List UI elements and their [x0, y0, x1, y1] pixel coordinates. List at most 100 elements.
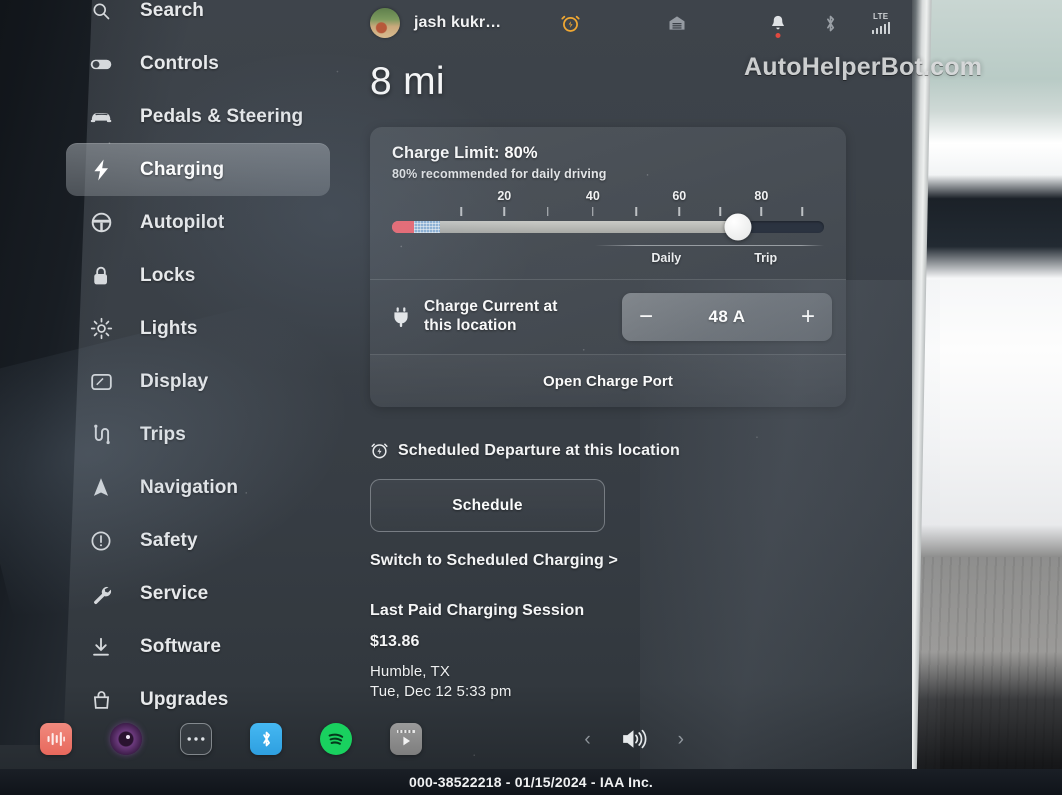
sidebar-item-search[interactable]: Search: [66, 0, 366, 37]
notification-bell-icon[interactable]: [769, 13, 787, 38]
sidebar-item-navigation[interactable]: Navigation: [66, 461, 366, 514]
notification-badge: [775, 33, 780, 38]
charge-current-label-line2: this location: [424, 317, 517, 334]
volume-icon[interactable]: [621, 728, 648, 750]
charging-panel: 8 mi Charge Limit: 80% 80% recommended f…: [370, 62, 860, 703]
sidebar-item-label: Search: [140, 0, 204, 21]
sidebar-item-label: Lights: [140, 317, 198, 339]
sidebar-item-label: Display: [140, 370, 209, 392]
more-apps-icon[interactable]: [180, 723, 212, 755]
dock-app-list: [40, 723, 422, 755]
sidebar-item-label: Safety: [140, 529, 198, 551]
last-session-heading: Last Paid Charging Session: [370, 602, 585, 619]
charge-current-row: Charge Current at this location − 48 A +: [370, 280, 846, 354]
garage-icon[interactable]: [667, 13, 687, 33]
next-track-button[interactable]: ›: [678, 730, 684, 749]
slider-thumb[interactable]: [724, 213, 752, 241]
increase-current-button[interactable]: +: [801, 305, 815, 329]
sidebar-item-label: Software: [140, 635, 222, 657]
sidebar-item-pedals-steering[interactable]: Pedals & Steering: [66, 90, 366, 143]
center-display-screen: jash kukr… LTE Search Controls Pedals & …: [0, 0, 940, 795]
tick-label-40: 40: [585, 189, 600, 203]
caption-bar: 000-38522218 - 01/15/2024 - IAA Inc.: [0, 769, 1062, 795]
charge-current-value: 48 A: [708, 307, 746, 326]
car-icon: [86, 107, 116, 127]
charge-current-stepper: − 48 A +: [622, 293, 832, 341]
tick-label-60: 60: [672, 189, 687, 203]
status-icon-group: LTE: [560, 12, 890, 38]
sidebar-item-safety[interactable]: Safety: [66, 514, 366, 567]
caption-text: 000-38522218 - 01/15/2024 - IAA Inc.: [408, 774, 654, 790]
sidebar-item-label: Charging: [140, 158, 225, 180]
charge-limit-slider[interactable]: 20 40 60 80 Daily Trip: [392, 189, 824, 269]
camera-app-icon[interactable]: [110, 723, 142, 755]
sun-brightness-icon: [86, 317, 116, 340]
last-session-location: Humble, TX: [370, 663, 450, 680]
open-charge-port-button[interactable]: Open Charge Port: [370, 355, 846, 407]
charge-limit-title: Charge Limit: 80%: [392, 144, 538, 162]
decrease-current-button[interactable]: −: [639, 305, 653, 329]
alarm-icon[interactable]: [560, 13, 581, 34]
tick-label-20: 20: [497, 189, 512, 203]
sidebar-item-label: Locks: [140, 264, 196, 286]
winding-road-icon: [86, 423, 116, 446]
slider-track[interactable]: [392, 213, 824, 241]
sidebar-item-software[interactable]: Software: [66, 620, 366, 673]
display-screen-icon: [86, 372, 116, 392]
last-session-details: Humble, TX Tue, Dec 12 5:33 pm: [370, 662, 860, 703]
search-icon: [86, 1, 116, 21]
sidebar-item-trips[interactable]: Trips: [66, 408, 366, 461]
avatar[interactable]: [370, 8, 400, 38]
audio-app-icon[interactable]: [40, 723, 72, 755]
sidebar-item-label: Pedals & Steering: [140, 105, 304, 127]
charge-limit-subtitle: 80% recommended for daily driving: [392, 167, 607, 181]
slider-mode-divider: [595, 245, 824, 246]
schedule-button-label: Schedule: [452, 496, 523, 514]
download-icon: [86, 636, 116, 658]
charge-plug-icon: [392, 306, 414, 328]
slider-cold-range-segment: [414, 221, 440, 233]
sidebar-item-service[interactable]: Service: [66, 567, 366, 620]
sidebar-item-charging[interactable]: Charging: [66, 143, 330, 196]
navigation-arrow-icon: [86, 476, 116, 499]
bluetooth-app-icon[interactable]: [250, 723, 282, 755]
sidebar-item-locks[interactable]: Locks: [66, 249, 366, 302]
sidebar-item-label: Controls: [140, 52, 219, 74]
previous-track-button[interactable]: ‹: [584, 730, 590, 749]
slider-fill: [392, 221, 738, 233]
sidebar-item-autopilot[interactable]: Autopilot: [66, 196, 366, 249]
profile-name[interactable]: jash kukr…: [414, 14, 501, 32]
steering-wheel-icon: [86, 211, 116, 234]
sidebar-item-controls[interactable]: Controls: [66, 37, 366, 90]
charge-current-label-line1: Charge Current at: [424, 298, 558, 316]
slider-ticks: [392, 207, 824, 216]
media-player-app-icon[interactable]: [390, 723, 422, 755]
sidebar-item-display[interactable]: Display: [66, 355, 366, 408]
sidebar-item-label: Upgrades: [140, 688, 229, 710]
switch-to-scheduled-charging-link[interactable]: Switch to Scheduled Charging >: [370, 552, 860, 570]
lock-icon: [86, 264, 116, 287]
lte-signal-icon: LTE: [871, 12, 890, 34]
sidebar-item-label: Navigation: [140, 476, 239, 498]
sidebar-item-label: Trips: [140, 423, 186, 445]
sidebar-item-lights[interactable]: Lights: [66, 302, 366, 355]
status-bar: jash kukr… LTE: [370, 0, 890, 46]
schedule-button[interactable]: Schedule: [370, 479, 605, 532]
signal-bars: [871, 21, 890, 34]
settings-sidebar: Search Controls Pedals & Steering Chargi…: [66, 0, 366, 726]
shopping-bag-icon: [86, 689, 116, 711]
scheduled-departure-header: Scheduled Departure at this location: [370, 441, 860, 460]
last-session-amount: $13.86: [370, 633, 420, 650]
mode-label-trip[interactable]: Trip: [754, 251, 777, 265]
toggle-switch-icon: [86, 52, 116, 76]
bluetooth-icon[interactable]: [823, 13, 838, 34]
sidebar-item-label: Autopilot: [140, 211, 225, 233]
slider-tick-labels: 20 40 60 80: [392, 189, 824, 205]
scheduled-departure-icon: [370, 441, 389, 460]
open-charge-port-label: Open Charge Port: [543, 372, 673, 390]
spotify-app-icon[interactable]: [320, 723, 352, 755]
mode-label-daily[interactable]: Daily: [651, 251, 681, 265]
range-readout: 8 mi: [370, 60, 445, 103]
tick-label-80: 80: [754, 189, 769, 203]
slider-low-range-segment: [392, 221, 414, 233]
